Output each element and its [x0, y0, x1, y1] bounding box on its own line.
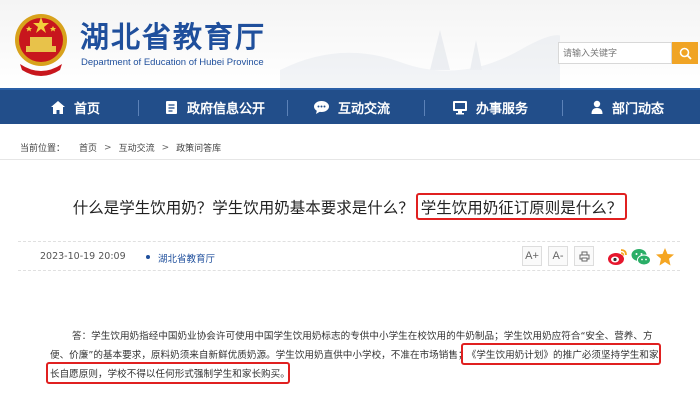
article-title: 什么是学生饮用奶？学生饮用奶基本要求是什么？ 学生饮用奶征订原则是什么？ — [0, 193, 700, 220]
more-share-icon[interactable] — [654, 246, 676, 268]
nav-label: 首页 — [74, 101, 101, 117]
article-title-highlighted: 学生饮用奶征订原则是什么？ — [415, 193, 628, 220]
nav-item-services[interactable]: 办事服务 — [452, 90, 528, 124]
nav-item-news[interactable]: 部门动态 — [590, 90, 664, 124]
site-subtitle: Department of Education of Hubei Provinc… — [81, 57, 264, 68]
weibo-icon[interactable] — [606, 246, 628, 268]
print-icon — [579, 251, 589, 261]
monitor-icon — [453, 100, 467, 114]
nav-label: 政府信息公开 — [187, 101, 266, 117]
nav-divider — [424, 100, 425, 116]
highlight-box — [461, 343, 661, 365]
nav-label: 办事服务 — [476, 101, 529, 117]
home-icon — [51, 100, 65, 114]
site-header: 湖北省教育厅 Department of Education of Hubei … — [0, 0, 700, 88]
nav-item-interaction[interactable]: 互动交流 — [313, 90, 390, 124]
article-title-part1: 什么是学生饮用奶？学生饮用奶基本要求是什么？ — [72, 199, 414, 217]
site-title[interactable]: 湖北省教育厅 — [80, 14, 266, 56]
nav-label: 部门动态 — [612, 101, 665, 117]
header-decoration — [280, 30, 560, 88]
nav-item-gov-info[interactable]: 政府信息公开 — [164, 90, 265, 124]
main-nav: 首页 政府信息公开 互动交流 办事服务 部门动态 — [0, 88, 700, 124]
breadcrumb-separator: > — [104, 142, 112, 153]
publish-date: 2023-10-19 20:09 — [40, 251, 126, 262]
search-icon — [679, 47, 692, 60]
nav-item-home[interactable]: 首页 — [50, 90, 100, 124]
breadcrumb-link-policy-qa[interactable]: 政策问答库 — [176, 141, 221, 154]
search-input[interactable] — [563, 46, 667, 61]
breadcrumb: 当前位置： 首页 > 互动交流 > 政策问答库 — [20, 141, 221, 155]
body-line-2a: 便、价廉”的基本要求，原料奶须来自新鲜优质奶源。学生饮用奶直供中小学校，不准在市… — [50, 350, 468, 361]
article-source: 湖北省教育厅 — [158, 254, 216, 265]
national-emblem-icon — [15, 14, 67, 76]
document-icon — [166, 100, 177, 114]
person-icon — [591, 100, 603, 114]
source-dot-icon — [146, 255, 150, 259]
nav-divider — [562, 100, 563, 116]
font-decrease-button[interactable]: A- — [548, 246, 568, 266]
chat-icon — [314, 100, 329, 114]
nav-label: 互动交流 — [338, 101, 391, 117]
article-meta: 2023-10-19 20:09 湖北省教育厅 A+ A- — [18, 241, 680, 271]
breadcrumb-prefix: 当前位置： — [20, 144, 66, 154]
breadcrumb-link-interaction[interactable]: 互动交流 — [119, 141, 155, 154]
search-button[interactable] — [672, 42, 698, 64]
breadcrumb-separator: > — [161, 142, 170, 153]
highlight-box — [46, 362, 290, 384]
nav-divider — [138, 100, 139, 116]
search-box — [558, 42, 672, 64]
print-button[interactable] — [574, 246, 594, 266]
nav-divider — [287, 100, 288, 116]
breadcrumb-link-home[interactable]: 首页 — [79, 141, 97, 154]
font-increase-button[interactable]: A+ — [522, 246, 542, 266]
breadcrumb-divider — [0, 159, 700, 160]
wechat-icon[interactable] — [630, 246, 652, 268]
